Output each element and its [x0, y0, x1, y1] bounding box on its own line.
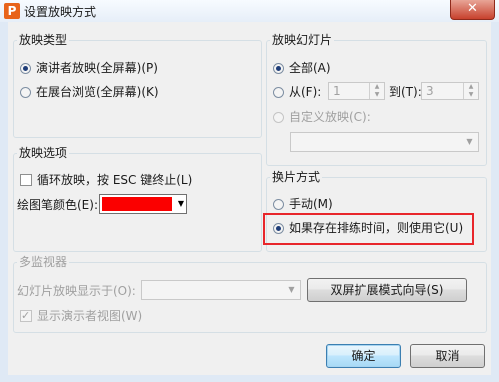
radio-all-indicator[interactable]	[273, 63, 284, 74]
radio-from-range[interactable]: 从(F):	[273, 84, 321, 100]
radio-kiosk-label: 在展台浏览(全屏幕)(K)	[36, 85, 159, 99]
radio-presenter-indicator[interactable]	[20, 63, 31, 74]
cancel-button[interactable]: 取消	[410, 344, 485, 368]
radio-custom-indicator[interactable]	[273, 112, 284, 123]
radio-kiosk[interactable]: 在展台浏览(全屏幕)(K)	[20, 84, 159, 100]
chevron-down-icon[interactable]: ▼	[283, 281, 300, 299]
radio-presenter-label: 演讲者放映(全屏幕)(P)	[36, 61, 158, 75]
to-value: 3	[426, 84, 434, 98]
presenter-view-checkbox[interactable]: 显示演示者视图(W)	[20, 308, 142, 324]
dialog-title: 设置放映方式	[24, 5, 97, 19]
loop-checkbox-label: 循环放映，按 ESC 键终止(L)	[37, 173, 193, 187]
display-on-select[interactable]: ▼	[141, 280, 301, 300]
from-value: 1	[333, 84, 341, 98]
slides-legend: 放映幻灯片	[270, 33, 335, 47]
custom-show-select[interactable]: ▼	[290, 132, 479, 152]
loop-checkbox[interactable]: 循环放映，按 ESC 键终止(L)	[20, 172, 192, 188]
radio-manual[interactable]: 手动(M)	[273, 196, 333, 212]
pen-color-swatch	[102, 197, 172, 211]
advance-legend: 换片方式	[270, 170, 323, 184]
radio-manual-label: 手动(M)	[289, 197, 333, 211]
radio-custom-show[interactable]: 自定义放映(C):	[273, 109, 371, 125]
spinner-arrows-icon[interactable]: ▲ ▼	[463, 83, 478, 99]
spinner-arrows-icon[interactable]: ▲ ▼	[369, 83, 384, 99]
radio-manual-indicator[interactable]	[273, 199, 284, 210]
ok-button[interactable]: 确定	[326, 344, 401, 368]
radio-from-indicator[interactable]	[273, 87, 284, 98]
radio-kiosk-indicator[interactable]	[20, 87, 31, 98]
multi-monitor-legend: 多监视器	[17, 255, 70, 269]
presenter-view-label: 显示演示者视图(W)	[37, 309, 143, 323]
pen-color-picker[interactable]: ▼	[99, 194, 187, 214]
presenter-view-checkbox-box[interactable]	[20, 308, 32, 324]
dual-screen-wizard-button[interactable]: 双屏扩展模式向导(S)	[307, 278, 467, 302]
pen-color-label: 绘图笔颜色(E):	[17, 198, 98, 212]
annotation-highlight-box	[263, 213, 474, 245]
dialog-body: 放映类型 演讲者放映(全屏幕)(P) 在展台浏览(全屏幕)(K) 放映幻灯片 全…	[8, 22, 491, 375]
radio-presenter[interactable]: 演讲者放映(全屏幕)(P)	[20, 60, 158, 76]
to-label: 到(T):	[389, 85, 422, 99]
from-spinner[interactable]: 1 ▲ ▼	[328, 82, 385, 100]
title-bar: P 设置放映方式 ✕	[0, 0, 499, 22]
radio-all-label: 全部(A)	[289, 61, 331, 75]
loop-checkbox-box[interactable]	[20, 174, 32, 186]
radio-all-slides[interactable]: 全部(A)	[273, 60, 331, 76]
wps-presentation-icon: P	[4, 3, 20, 19]
chevron-down-icon[interactable]: ▼	[461, 133, 478, 151]
dropdown-arrow-icon[interactable]: ▼	[178, 195, 184, 213]
show-options-legend: 放映选项	[17, 146, 70, 160]
close-button[interactable]: ✕	[450, 0, 495, 20]
to-spinner[interactable]: 3 ▲ ▼	[421, 82, 479, 100]
display-on-label: 幻灯片放映显示于(O):	[17, 284, 136, 298]
radio-custom-label: 自定义放映(C):	[289, 110, 371, 124]
radio-from-label: 从(F):	[289, 85, 322, 99]
show-type-legend: 放映类型	[17, 33, 70, 47]
